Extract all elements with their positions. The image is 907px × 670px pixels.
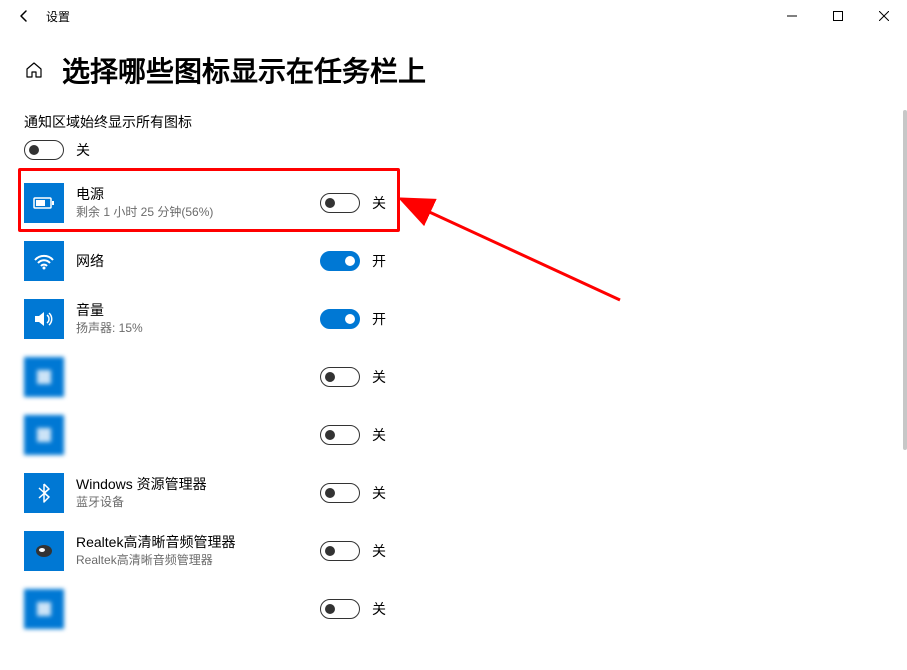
home-icon[interactable] [24,60,44,80]
toggle-state-label: 关 [372,541,386,561]
toggle-volume[interactable] [320,309,360,329]
row-subtitle: 剩余 1 小时 25 分钟(56%) [76,205,883,221]
row-control: 关 [320,425,386,445]
row-power: 电源剩余 1 小时 25 分钟(56%)关 [24,174,883,232]
row-text: Windows 资源管理器蓝牙设备 [76,475,883,511]
row-text: 音量扬声器: 15% [76,301,883,337]
row-subtitle: 蓝牙设备 [76,495,883,511]
toggle-state-label: 关 [372,193,386,213]
minimize-button[interactable] [769,0,815,32]
toggle-explorer[interactable] [320,483,360,503]
generic-icon [24,415,64,455]
row-blur2: 关 [24,406,883,464]
speaker-icon [24,299,64,339]
row-text: 电源剩余 1 小时 25 分钟(56%) [76,185,883,221]
row-control: 关 [320,599,386,619]
icon-list: 电源剩余 1 小时 25 分钟(56%)关网络开音量扬声器: 15%开 关 关W… [24,174,883,638]
toggle-state-label: 关 [372,367,386,387]
master-toggle[interactable] [24,140,64,160]
toggle-power[interactable] [320,193,360,213]
row-title [76,368,883,386]
toggle-blur2[interactable] [320,425,360,445]
page-title: 选择哪些图标显示在任务栏上 [62,50,426,90]
toggle-state-label: 开 [372,251,386,271]
row-subtitle: 扬声器: 15% [76,321,883,337]
toggle-network[interactable] [320,251,360,271]
row-control: 关 [320,367,386,387]
scrollbar[interactable] [903,110,907,450]
row-blur1: 关 [24,348,883,406]
row-control: 关 [320,193,386,213]
wifi-icon [24,241,64,281]
master-toggle-row: 关 [24,140,883,160]
window-title: 设置 [46,8,70,25]
row-control: 开 [320,309,386,329]
row-realtek: Realtek高清晰音频管理器 Realtek高清晰音频管理器关 [24,522,883,580]
row-control: 关 [320,483,386,503]
row-title [76,600,883,618]
content: 通知区域始终显示所有图标 关 电源剩余 1 小时 25 分钟(56%)关网络开音… [0,100,907,638]
toggle-realtek[interactable] [320,541,360,561]
master-toggle-state: 关 [76,140,90,160]
row-volume: 音量扬声器: 15%开 [24,290,883,348]
toggle-state-label: 关 [372,483,386,503]
generic-icon [24,357,64,397]
close-button[interactable] [861,0,907,32]
row-text: 网络 [76,252,883,270]
maximize-button[interactable] [815,0,861,32]
titlebar: 设置 [0,0,907,32]
row-subtitle [76,437,883,453]
row-title: 网络 [76,252,883,270]
row-text: Realtek高清晰音频管理器 Realtek高清晰音频管理器 [76,533,883,569]
row-text [76,368,883,386]
row-text [76,600,883,618]
row-blur3: 关 [24,580,883,638]
row-title: 电源 [76,185,883,203]
row-control: 关 [320,541,386,561]
row-title: Windows 资源管理器 [76,475,883,493]
row-subtitle: Realtek高清晰音频管理器 [76,553,883,569]
toggle-blur3[interactable] [320,599,360,619]
toggle-state-label: 关 [372,599,386,619]
toggle-state-label: 关 [372,425,386,445]
page-header: 选择哪些图标显示在任务栏上 [0,32,907,100]
generic-icon [24,589,64,629]
row-title: 音量 [76,301,883,319]
row-control: 开 [320,251,386,271]
row-title: Realtek高清晰音频管理器 [76,533,883,551]
toggle-blur1[interactable] [320,367,360,387]
master-toggle-label: 通知区域始终显示所有图标 [24,112,883,132]
row-text [76,417,883,453]
back-button[interactable] [4,0,44,32]
window-controls [769,0,907,32]
row-explorer: Windows 资源管理器蓝牙设备关 [24,464,883,522]
bluetooth-icon [24,473,64,513]
row-network: 网络开 [24,232,883,290]
row-title [76,417,883,435]
toggle-state-label: 开 [372,309,386,329]
realtek-icon [24,531,64,571]
battery-icon [24,183,64,223]
